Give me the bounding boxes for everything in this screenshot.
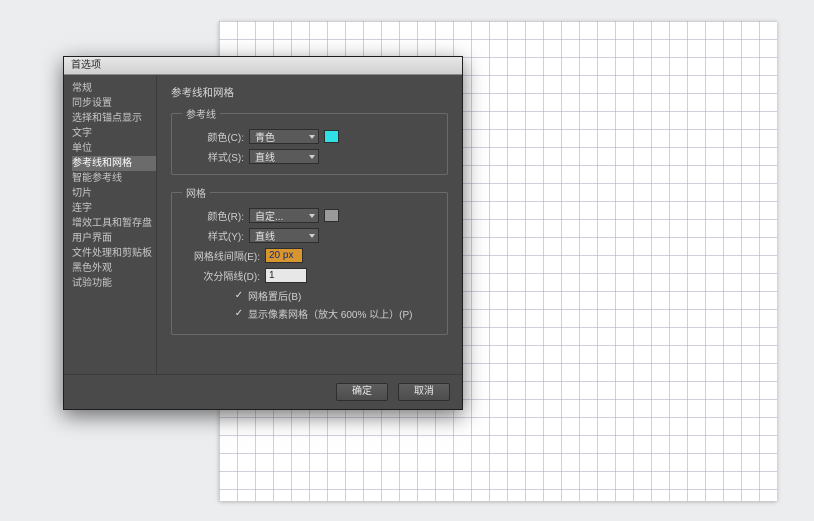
sidebar-item[interactable]: 切片 [72,186,156,201]
check-icon: ✓ [234,290,244,301]
cancel-button[interactable]: 取消 [398,383,450,401]
sidebar-item[interactable]: 选择和锚点显示 [72,111,156,126]
dialog-footer: 确定 取消 [64,374,462,409]
panel-title: 参考线和网格 [171,85,448,100]
grid-back-label: 网格置后(B) [248,288,301,303]
guides-legend: 参考线 [182,106,220,121]
chevron-down-icon [309,234,315,238]
chevron-down-icon [309,135,315,139]
grid-group: 网格 颜色(R): 自定... 样式(Y): 直线 [171,185,448,335]
guides-color-label: 颜色(C): [182,129,244,144]
guides-color-swatch[interactable] [324,130,339,143]
preferences-dialog: 首选项 常规同步设置选择和锚点显示文字单位参考线和网格智能参考线切片连字增效工具… [63,56,463,410]
chevron-down-icon [309,214,315,218]
sidebar-item[interactable]: 连字 [72,201,156,216]
grid-color-value: 自定... [255,208,283,223]
grid-style-value: 直线 [255,228,275,243]
grid-back-checkbox[interactable]: ✓ 网格置后(B) [234,288,437,303]
sidebar-item[interactable]: 同步设置 [72,96,156,111]
sidebar-item[interactable]: 参考线和网格 [72,156,156,171]
sidebar-item[interactable]: 智能参考线 [72,171,156,186]
guides-group: 参考线 颜色(C): 青色 样式(S): 直线 [171,106,448,175]
guides-style-label: 样式(S): [182,149,244,164]
panel-content: 参考线和网格 参考线 颜色(C): 青色 样式(S): 直线 [157,75,462,374]
ok-button[interactable]: 确定 [336,383,388,401]
grid-spacing-input[interactable]: 20 px [265,248,303,263]
grid-style-select[interactable]: 直线 [249,228,319,243]
dialog-titlebar[interactable]: 首选项 [64,57,462,75]
grid-color-select[interactable]: 自定... [249,208,319,223]
sidebar-item[interactable]: 文字 [72,126,156,141]
grid-pixel-checkbox[interactable]: ✓ 显示像素网格（放大 600% 以上）(P) [234,306,437,321]
grid-legend: 网格 [182,185,210,200]
sidebar-item[interactable]: 常规 [72,81,156,96]
grid-color-swatch[interactable] [324,209,339,222]
sidebar-item[interactable]: 用户界面 [72,231,156,246]
sidebar-item[interactable]: 增效工具和暂存盘 [72,216,156,231]
sidebar-item[interactable]: 黑色外观 [72,261,156,276]
grid-subdiv-label: 次分隔线(D): [182,268,260,283]
grid-spacing-label: 网格线间隔(E): [182,248,260,263]
guides-color-value: 青色 [255,129,275,144]
chevron-down-icon [309,155,315,159]
guides-style-value: 直线 [255,149,275,164]
sidebar-item[interactable]: 单位 [72,141,156,156]
check-icon: ✓ [234,308,244,319]
guides-color-select[interactable]: 青色 [249,129,319,144]
sidebar-item[interactable]: 文件处理和剪贴板 [72,246,156,261]
grid-color-label: 颜色(R): [182,208,244,223]
dialog-title: 首选项 [71,60,101,71]
grid-subdiv-input[interactable]: 1 [265,268,307,283]
preferences-sidebar: 常规同步设置选择和锚点显示文字单位参考线和网格智能参考线切片连字增效工具和暂存盘… [64,75,157,374]
guides-style-select[interactable]: 直线 [249,149,319,164]
grid-style-label: 样式(Y): [182,228,244,243]
sidebar-item[interactable]: 试验功能 [72,276,156,291]
grid-pixel-label: 显示像素网格（放大 600% 以上）(P) [248,306,412,321]
